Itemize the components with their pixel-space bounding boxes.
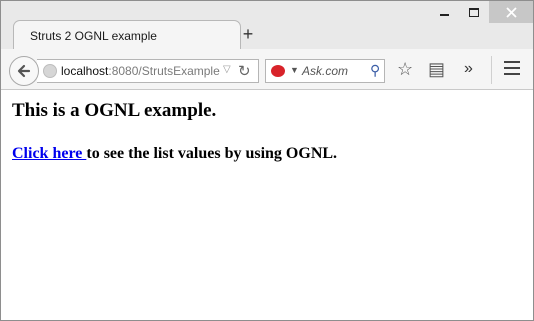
url-path: :8080/StrutsExample <box>108 64 220 78</box>
close-button[interactable] <box>489 1 533 23</box>
minimize-button[interactable] <box>429 1 459 23</box>
url-host: localhost <box>61 64 109 78</box>
tab-active[interactable]: Struts 2 OGNL example <box>13 20 241 50</box>
instruction-text: to see the list values by using OGNL. <box>86 145 338 162</box>
search-bar[interactable]: ▼ Ask.com ⚲ <box>265 59 385 83</box>
back-arrow-icon <box>17 64 31 78</box>
close-icon <box>505 6 517 18</box>
navigation-toolbar: localhost:8080/StrutsExample ▽ ↻ ▼ Ask.c… <box>1 49 533 90</box>
window-controls <box>429 1 533 27</box>
minimize-icon <box>439 14 449 16</box>
magnifier-icon[interactable]: ⚲ <box>370 62 380 79</box>
tab-title: Struts 2 OGNL example <box>30 29 157 43</box>
clipboard-icon[interactable]: ▤ <box>428 59 445 79</box>
toolbar-divider <box>491 56 492 84</box>
history-dropdown-icon[interactable]: ▽ <box>223 64 231 75</box>
page-content: This is a OGNL example. Click here to se… <box>1 91 533 320</box>
title-bar: Struts 2 OGNL example + <box>1 1 533 50</box>
double-chevron-icon[interactable]: » <box>464 59 473 79</box>
click-here-link[interactable]: Click here <box>12 145 86 162</box>
reload-icon[interactable]: ↻ <box>238 62 251 80</box>
new-tab-button[interactable]: + <box>239 25 257 43</box>
engine-dropdown-icon[interactable]: ▼ <box>290 65 299 75</box>
search-input[interactable]: Ask.com <box>302 64 348 78</box>
url-bar[interactable]: localhost:8080/StrutsExample ▽ ↻ <box>37 59 259 83</box>
ask-logo-icon[interactable] <box>271 65 285 77</box>
maximize-icon <box>469 7 479 17</box>
url-text[interactable]: localhost:8080/StrutsExample <box>61 64 220 78</box>
back-button[interactable] <box>9 56 39 86</box>
instruction-line: Click here to see the list values by usi… <box>12 145 337 163</box>
globe-icon <box>43 64 57 78</box>
maximize-button[interactable] <box>459 1 489 23</box>
browser-window: Struts 2 OGNL example + localhost:8080/S… <box>0 0 534 321</box>
page-heading: This is a OGNL example. <box>12 100 217 121</box>
star-icon[interactable]: ☆ <box>397 59 413 79</box>
hamburger-menu-icon[interactable] <box>504 61 520 75</box>
